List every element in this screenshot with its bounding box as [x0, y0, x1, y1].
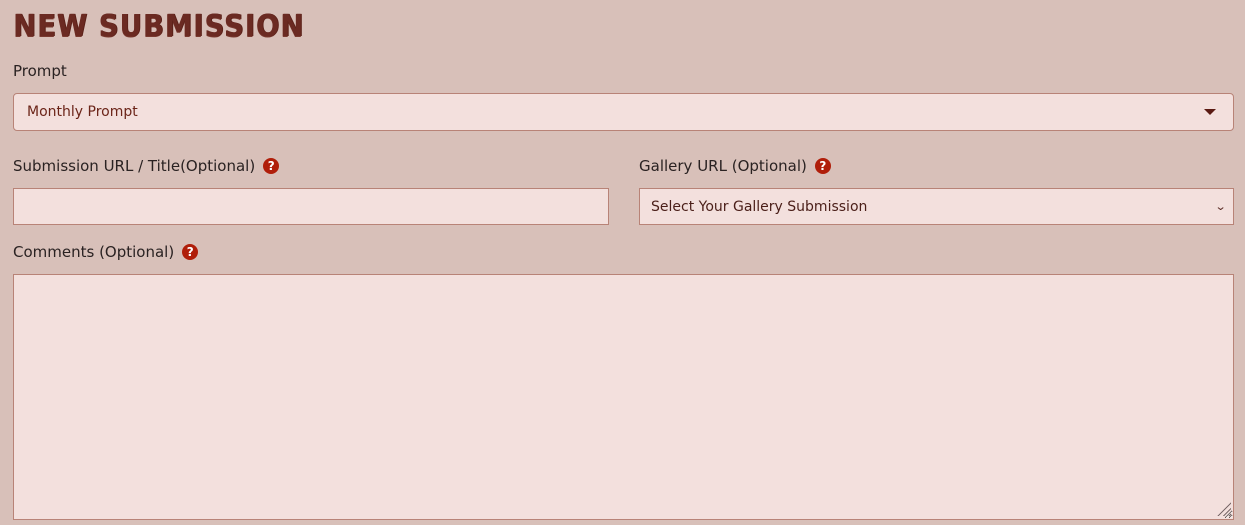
question-circle-icon[interactable]: ? — [814, 158, 831, 174]
submission-url-input[interactable] — [13, 188, 609, 225]
gallery-select-value: Select Your Gallery Submission — [651, 198, 868, 215]
submission-url-label: Submission URL / Title(Optional) ? — [13, 157, 280, 175]
chevron-down-icon: ⌄ — [1214, 200, 1227, 213]
question-circle-icon[interactable]: ? — [263, 158, 280, 174]
prompt-label-text: Prompt — [13, 62, 67, 80]
gallery-url-label: Gallery URL (Optional) ? — [639, 157, 831, 175]
submission-url-label-text: Submission URL / Title(Optional) — [13, 157, 256, 175]
comments-label: Comments (Optional) ? — [13, 243, 199, 261]
gallery-url-label-text: Gallery URL (Optional) — [639, 157, 807, 175]
gallery-select[interactable]: Select Your Gallery Submission ⌄ — [639, 188, 1234, 225]
comments-label-text: Comments (Optional) — [13, 243, 175, 261]
prompt-select-value: Monthly Prompt — [27, 104, 138, 120]
question-circle-icon[interactable]: ? — [182, 244, 199, 260]
prompt-select[interactable]: Monthly Prompt — [13, 93, 1234, 131]
comments-textarea[interactable] — [13, 274, 1234, 520]
page-title: NEW SUBMISSION — [13, 9, 305, 44]
caret-down-icon — [1204, 109, 1216, 115]
prompt-label: Prompt — [13, 62, 67, 80]
